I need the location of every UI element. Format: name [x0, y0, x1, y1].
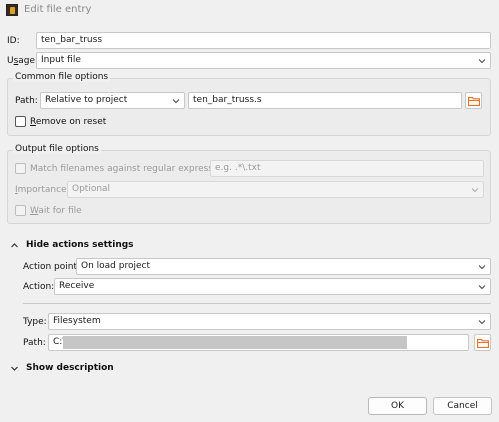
action-point-label: Action point:	[23, 262, 81, 272]
common-path-label: Path:	[15, 96, 38, 106]
browse-button[interactable]	[465, 92, 482, 109]
id-input[interactable]: ten_bar_truss	[36, 32, 491, 49]
path-mode-select[interactable]: Relative to project	[40, 92, 185, 109]
importance-value: Optional	[72, 184, 111, 194]
wait-for-file-label: Wait for file	[30, 206, 82, 216]
path-mode-value: Relative to project	[45, 95, 128, 105]
match-regex-checkbox[interactable]	[15, 163, 26, 174]
usage-select[interactable]: Input file	[36, 52, 491, 69]
cancel-button[interactable]: Cancel	[433, 397, 492, 415]
title-bar: Edit file entry	[0, 0, 499, 22]
type-label: Type:	[23, 317, 47, 327]
type-value: Filesystem	[53, 316, 101, 326]
type-select[interactable]: Filesystem	[48, 313, 491, 330]
description-toggle-label: Show description	[26, 363, 114, 373]
chevron-down-icon	[478, 318, 486, 326]
redacted-path	[63, 336, 407, 349]
folder-icon	[477, 338, 489, 348]
id-label: ID:	[7, 36, 20, 46]
wait-for-file-checkbox[interactable]	[15, 205, 26, 216]
chevron-down-icon	[471, 186, 479, 194]
output-options-title: Output file options	[13, 144, 101, 154]
window-title: Edit file entry	[24, 4, 92, 15]
match-regex-label: Match filenames against regular expressi…	[30, 164, 230, 174]
separator	[23, 303, 491, 304]
importance-select[interactable]: Optional	[67, 181, 484, 198]
folder-icon	[468, 96, 480, 106]
chevron-up-icon	[11, 243, 18, 248]
app-icon	[6, 4, 18, 16]
action-label: Action:	[23, 282, 55, 292]
chevron-down-icon	[478, 57, 486, 65]
actions-toggle-label: Hide actions settings	[26, 240, 134, 250]
chevron-down-icon	[172, 97, 180, 105]
remove-on-reset-label: Remove on reset	[30, 117, 107, 127]
chevron-down-icon	[478, 263, 486, 271]
importance-label: Importance:	[15, 185, 70, 195]
regex-input[interactable]: e.g. .*\.txt	[210, 160, 484, 177]
usage-label: Usage:	[7, 56, 39, 66]
action-select[interactable]: Receive	[54, 278, 491, 295]
chevron-down-icon	[478, 283, 486, 291]
actions-toggle[interactable]: Hide actions settings	[10, 240, 210, 252]
action-point-select[interactable]: On load project	[76, 258, 491, 275]
common-options-title: Common file options	[13, 72, 111, 82]
action-value: Receive	[59, 281, 95, 291]
common-path-input[interactable]: ten_bar_truss.s	[188, 92, 462, 109]
description-toggle[interactable]: Show description	[10, 363, 210, 375]
action-browse-button[interactable]	[474, 334, 491, 351]
usage-select-value: Input file	[41, 55, 81, 65]
ok-button[interactable]: OK	[368, 397, 427, 415]
chevron-down-icon	[11, 366, 18, 371]
action-path-label: Path:	[23, 338, 46, 348]
remove-on-reset-checkbox[interactable]	[15, 116, 26, 127]
action-point-value: On load project	[81, 261, 150, 271]
